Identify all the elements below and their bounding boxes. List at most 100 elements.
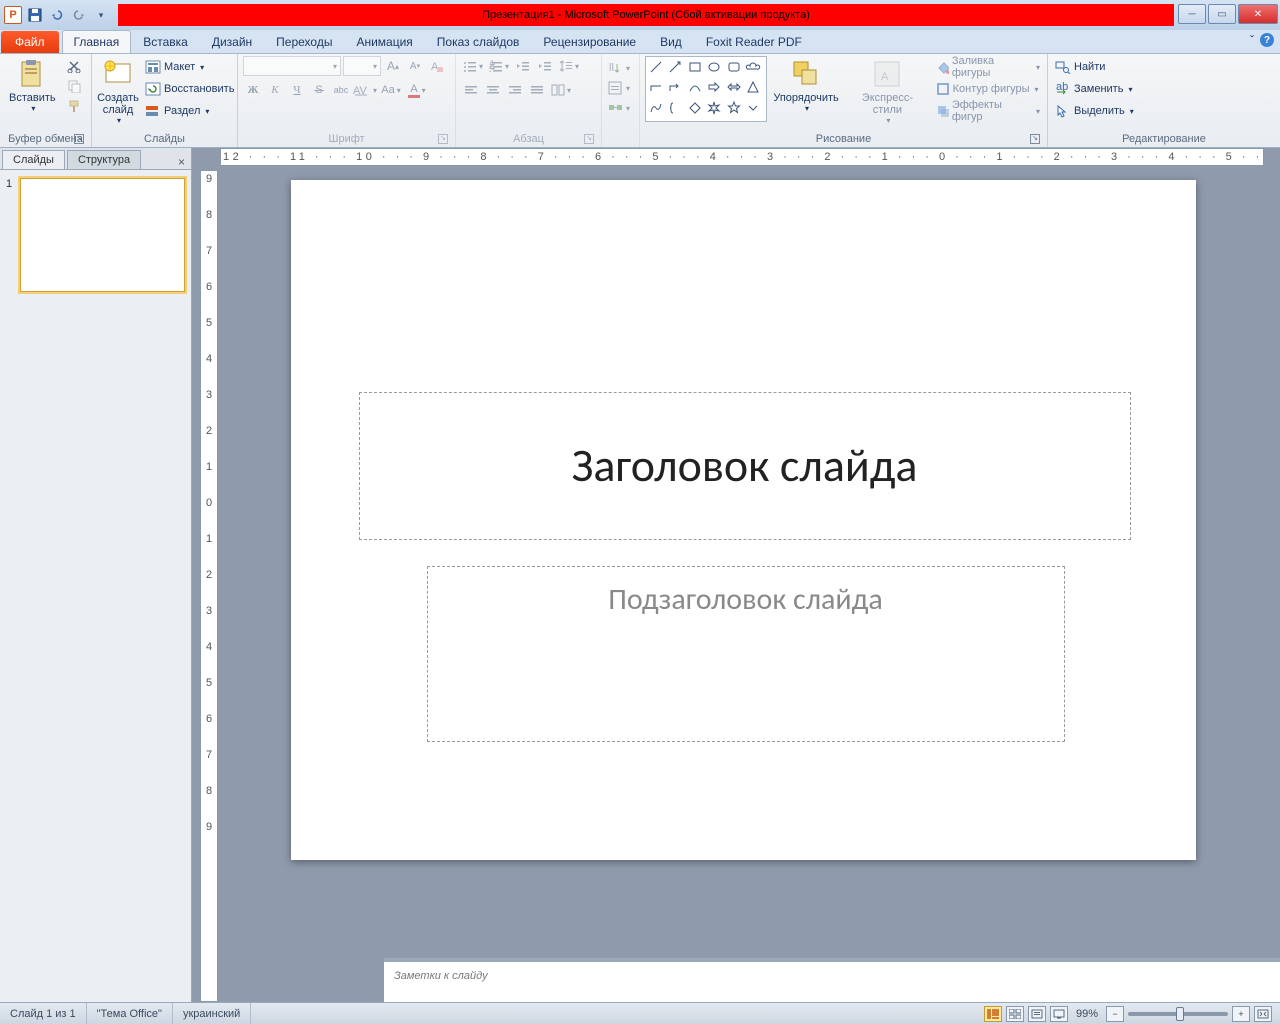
shape-elbow-arrow-icon[interactable]: [667, 79, 683, 95]
grow-font-icon[interactable]: A▴: [383, 56, 403, 76]
redo-icon[interactable]: [70, 6, 88, 24]
shape-cloud-icon[interactable]: [745, 59, 761, 75]
align-text-icon[interactable]: ▾: [607, 78, 631, 98]
drawing-dialog-icon[interactable]: ↘: [1030, 134, 1040, 144]
section-button[interactable]: Раздел▾: [143, 100, 236, 122]
shape-curve-icon[interactable]: [687, 79, 703, 95]
justify-icon[interactable]: [527, 80, 547, 100]
strike-icon[interactable]: S: [309, 80, 329, 100]
panel-tab-outline[interactable]: Структура: [67, 150, 141, 169]
shape-oval-icon[interactable]: [706, 59, 722, 75]
minimize-button[interactable]: ─: [1178, 4, 1206, 24]
font-name-combo[interactable]: ▾: [243, 56, 341, 76]
shape-star-icon[interactable]: [726, 100, 742, 116]
shape-rect-icon[interactable]: [687, 59, 703, 75]
subtitle-placeholder[interactable]: Подзаголовок слайда: [427, 566, 1065, 742]
select-button[interactable]: Выделить▾: [1053, 100, 1275, 122]
help-icon[interactable]: ?: [1260, 33, 1274, 47]
shape-outline-button[interactable]: Контур фигуры▾: [934, 78, 1042, 100]
font-color-icon[interactable]: A▾: [405, 80, 429, 100]
fit-to-window-icon[interactable]: [1254, 1006, 1272, 1022]
font-dialog-icon[interactable]: ↘: [438, 134, 448, 144]
decrease-indent-icon[interactable]: [513, 56, 533, 76]
cut-icon[interactable]: [64, 56, 84, 76]
shape-fill-button[interactable]: Заливка фигуры▾: [934, 56, 1042, 78]
close-button[interactable]: ✕: [1238, 4, 1278, 24]
italic-icon[interactable]: К: [265, 80, 285, 100]
shape-leftright-icon[interactable]: [726, 79, 742, 95]
paragraph-dialog-icon[interactable]: ↘: [584, 134, 594, 144]
shape-arrow-icon[interactable]: [667, 59, 683, 75]
view-sorter-icon[interactable]: [1006, 1006, 1024, 1022]
bullets-icon[interactable]: ▾: [461, 56, 485, 76]
zoom-slider[interactable]: [1128, 1012, 1228, 1016]
zoom-out-button[interactable]: −: [1106, 1006, 1124, 1022]
smartart-icon[interactable]: ▾: [607, 98, 631, 118]
font-size-combo[interactable]: ▾: [343, 56, 381, 76]
shape-roundrect-icon[interactable]: [726, 59, 742, 75]
minimize-ribbon-icon[interactable]: ˇ: [1250, 33, 1254, 47]
shape-rightarrow-icon[interactable]: [706, 79, 722, 95]
clipboard-dialog-icon[interactable]: ↘: [74, 134, 84, 144]
title-placeholder[interactable]: Заголовок слайда: [359, 392, 1131, 540]
tab-home[interactable]: Главная: [62, 30, 132, 53]
shadow-icon[interactable]: abc: [331, 80, 351, 100]
shape-effects-button[interactable]: Эффекты фигур▾: [934, 100, 1042, 122]
tab-slideshow[interactable]: Показ слайдов: [425, 30, 532, 53]
save-icon[interactable]: [26, 6, 44, 24]
slide-canvas-scroll[interactable]: Заголовок слайда Подзаголовок слайда: [222, 170, 1264, 1002]
increase-indent-icon[interactable]: [535, 56, 555, 76]
text-direction-icon[interactable]: ll▾: [607, 58, 631, 78]
panel-tab-slides[interactable]: Слайды: [2, 150, 65, 169]
tab-insert[interactable]: Вставка: [131, 30, 200, 53]
status-language[interactable]: украинский: [173, 1003, 251, 1024]
find-button[interactable]: Найти: [1053, 56, 1275, 78]
undo-icon[interactable]: [48, 6, 66, 24]
replace-button[interactable]: abЗаменить▾: [1053, 78, 1275, 100]
shape-line-icon[interactable]: [648, 59, 664, 75]
align-left-icon[interactable]: [461, 80, 481, 100]
line-spacing-icon[interactable]: ▾: [557, 56, 581, 76]
shape-brace-icon[interactable]: [667, 100, 683, 116]
maximize-button[interactable]: ▭: [1208, 4, 1236, 24]
quick-styles-button[interactable]: A Экспресс-стили▾: [845, 56, 929, 127]
view-slideshow-icon[interactable]: [1050, 1006, 1068, 1022]
slide-canvas[interactable]: Заголовок слайда Подзаголовок слайда: [291, 180, 1196, 860]
shape-triangle-icon[interactable]: [745, 79, 761, 95]
shape-freeform-icon[interactable]: [648, 100, 664, 116]
tab-animation[interactable]: Анимация: [344, 30, 424, 53]
shape-elbow-icon[interactable]: [648, 79, 664, 95]
shape-explosion-icon[interactable]: [706, 100, 722, 116]
tab-view[interactable]: Вид: [648, 30, 694, 53]
shapes-gallery[interactable]: [645, 56, 767, 122]
notes-pane[interactable]: Заметки к слайду: [384, 958, 1280, 1002]
reset-button[interactable]: Восстановить: [143, 78, 236, 100]
align-right-icon[interactable]: [505, 80, 525, 100]
shape-more-icon[interactable]: [745, 100, 761, 116]
copy-icon[interactable]: [64, 76, 84, 96]
new-slide-button[interactable]: Создать слайд▾: [97, 56, 139, 127]
bold-icon[interactable]: Ж: [243, 80, 263, 100]
zoom-in-button[interactable]: +: [1232, 1006, 1250, 1022]
tab-review[interactable]: Рецензирование: [531, 30, 648, 53]
view-normal-icon[interactable]: [984, 1006, 1002, 1022]
columns-icon[interactable]: ▾: [549, 80, 573, 100]
view-reading-icon[interactable]: [1028, 1006, 1046, 1022]
paste-button[interactable]: Вставить▾: [5, 56, 60, 115]
numbering-icon[interactable]: 123▾: [487, 56, 511, 76]
tab-design[interactable]: Дизайн: [200, 30, 264, 53]
panel-close-icon[interactable]: ×: [178, 155, 185, 169]
tab-file[interactable]: Файл: [1, 31, 59, 53]
clear-format-icon[interactable]: A: [427, 56, 447, 76]
tab-foxit[interactable]: Foxit Reader PDF: [694, 30, 814, 53]
qat-customize-icon[interactable]: ▾: [92, 6, 110, 24]
change-case-icon[interactable]: Aa▾: [379, 80, 403, 100]
align-center-icon[interactable]: [483, 80, 503, 100]
char-spacing-icon[interactable]: AV▾: [353, 80, 377, 100]
underline-icon[interactable]: Ч: [287, 80, 307, 100]
shape-diamond-icon[interactable]: [687, 100, 703, 116]
arrange-button[interactable]: Упорядочить▾: [771, 56, 841, 115]
zoom-slider-thumb[interactable]: [1176, 1007, 1184, 1021]
shrink-font-icon[interactable]: A▾: [405, 56, 425, 76]
format-painter-icon[interactable]: [64, 96, 84, 116]
